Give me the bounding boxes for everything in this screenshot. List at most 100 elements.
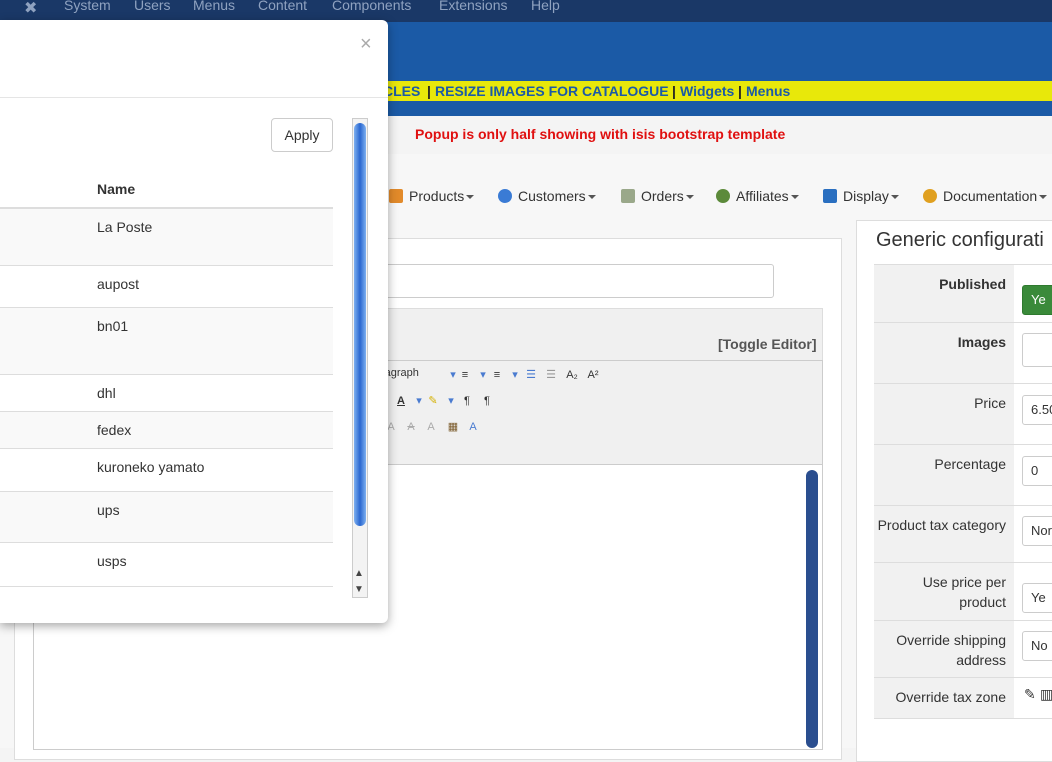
superscript-icon[interactable]: A² <box>585 367 601 383</box>
toolbar-products[interactable]: Products <box>389 188 475 204</box>
scroll-up-icon[interactable]: ▲ <box>354 568 364 579</box>
override-shipping-select[interactable]: No <box>1022 631 1052 661</box>
menu-extensions[interactable]: Extensions <box>439 0 507 13</box>
chevron-down-icon <box>790 195 799 200</box>
table-row[interactable] <box>0 412 333 448</box>
menu-menus[interactable]: Menus <box>193 0 235 13</box>
display-icon <box>823 189 837 203</box>
toolbar-documentation[interactable]: Documentation <box>923 188 1048 204</box>
image-icon[interactable]: ▦ <box>445 419 461 435</box>
field-row-images: Images <box>874 322 1052 384</box>
warning-message: Popup is only half showing with isis boo… <box>415 126 786 142</box>
field-row-tax-category: Product tax category Nor <box>874 505 1052 563</box>
affiliates-icon <box>716 189 730 203</box>
link-widgets[interactable]: Widgets <box>680 83 734 99</box>
ordered-list-icon[interactable]: ≡ <box>457 367 473 383</box>
row-divider <box>0 265 333 266</box>
field-row-percentage: Percentage 0 <box>874 444 1052 506</box>
apply-button[interactable]: Apply <box>271 118 333 152</box>
table-row[interactable] <box>0 209 333 265</box>
text-color-icon[interactable]: A <box>393 393 409 409</box>
separator: | <box>672 83 676 99</box>
table-row[interactable] <box>0 492 333 542</box>
products-icon <box>389 189 403 203</box>
table-row[interactable] <box>0 308 333 374</box>
separator: | <box>738 83 742 99</box>
link-articles[interactable]: CLES <box>383 83 420 99</box>
percentage-input[interactable]: 0 <box>1022 456 1052 486</box>
documentation-icon <box>923 189 937 203</box>
orders-icon <box>621 189 635 203</box>
table-cell-name[interactable]: La Poste <box>97 219 152 235</box>
close-icon[interactable]: × <box>360 33 372 56</box>
highlight-icon[interactable]: ✎ <box>425 393 441 409</box>
modal-scrollbar-thumb[interactable] <box>354 123 366 526</box>
unordered-list-icon[interactable]: ≡ <box>489 367 505 383</box>
chevron-down-icon <box>890 195 899 200</box>
field-label: Product tax category <box>877 517 1006 533</box>
field-row-price-per-product: Use price per product Ye <box>874 562 1052 621</box>
menu-users[interactable]: Users <box>134 0 171 13</box>
table-cell-name[interactable]: aupost <box>97 276 139 292</box>
editor-scrollbar[interactable] <box>806 470 818 748</box>
title-input[interactable] <box>380 264 774 298</box>
font-icon[interactable]: A <box>423 419 439 435</box>
strikethrough-icon[interactable]: A <box>403 419 419 435</box>
published-toggle[interactable]: Ye <box>1022 285 1052 315</box>
indent-icon[interactable]: ☰ <box>543 367 559 383</box>
chevron-down-icon[interactable]: ▾ <box>507 367 523 383</box>
table-cell-name[interactable]: fedex <box>97 422 131 438</box>
table-cell-name[interactable]: ups <box>97 502 120 518</box>
toolbar-orders[interactable]: Orders <box>621 188 694 204</box>
toolbar-customers[interactable]: Customers <box>498 188 596 204</box>
editor-toolbar: ragraph ▾ ≡ ▾ ≡ ▾ ☰ ☰ A₂ A² A ▾ ✎ ▾ ¶ ¶ … <box>380 360 823 466</box>
row-divider <box>0 586 333 587</box>
tax-category-select[interactable]: Nor <box>1022 516 1052 546</box>
modal-divider <box>0 97 388 98</box>
field-label: Price <box>974 395 1006 411</box>
table-cell-name[interactable]: usps <box>97 553 127 569</box>
rtl-icon[interactable]: ¶ <box>479 393 495 409</box>
table-cell-name[interactable]: dhl <box>97 385 116 401</box>
images-field[interactable] <box>1022 333 1052 367</box>
chevron-down-icon <box>1039 195 1048 200</box>
table-cell-name[interactable]: kuroneko yamato <box>97 459 204 475</box>
chevron-down-icon <box>587 195 596 200</box>
toggle-editor-link[interactable]: [Toggle Editor] <box>718 336 817 352</box>
toolbar-affiliates[interactable]: Affiliates <box>716 188 799 204</box>
menu-components[interactable]: Components <box>332 0 411 13</box>
row-divider <box>0 374 333 375</box>
toolbar-display[interactable]: Display <box>823 188 899 204</box>
column-header-name[interactable]: Name <box>97 181 135 197</box>
menu-content[interactable]: Content <box>258 0 307 13</box>
edit-icon[interactable]: ✎ <box>1024 686 1036 703</box>
price-per-product-select[interactable]: Ye <box>1022 583 1052 613</box>
menu-help[interactable]: Help <box>531 0 560 13</box>
trash-icon[interactable]: ▥ <box>1040 686 1052 703</box>
field-label: Images <box>957 334 1006 350</box>
field-row-published: Published Ye <box>874 264 1052 323</box>
chevron-down-icon <box>466 195 475 200</box>
generic-config-title: Generic configurati <box>876 229 1044 251</box>
chevron-down-icon[interactable]: ▾ <box>443 393 459 409</box>
row-divider <box>0 448 333 449</box>
outdent-icon[interactable]: ☰ <box>523 367 539 383</box>
field-label: Percentage <box>934 456 1006 472</box>
link-resize-images[interactable]: RESIZE IMAGES FOR CATALOGUE <box>435 83 669 99</box>
price-input[interactable]: 6.50 <box>1022 395 1052 425</box>
field-label: Use price per product <box>922 574 1006 610</box>
menu-system[interactable]: System <box>64 0 111 13</box>
joomla-logo-icon[interactable]: ✖ <box>24 0 37 18</box>
customers-icon <box>498 189 512 203</box>
row-divider <box>0 542 333 543</box>
table-cell-name[interactable]: bn01 <box>97 318 128 334</box>
admin-menu-bar: ✖ System Users Menus Content Components … <box>0 0 1052 22</box>
field-row-override-tax-zone: Override tax zone ✎ ▥ <box>874 677 1052 719</box>
editor-header <box>380 308 823 361</box>
scroll-down-icon[interactable]: ▼ <box>354 584 364 595</box>
link-menus[interactable]: Menus <box>746 83 790 99</box>
subscript-icon[interactable]: A₂ <box>564 367 580 383</box>
ltr-icon[interactable]: ¶ <box>459 393 475 409</box>
field-row-override-shipping: Override shipping address No <box>874 620 1052 678</box>
style-icon[interactable]: A <box>465 419 481 435</box>
